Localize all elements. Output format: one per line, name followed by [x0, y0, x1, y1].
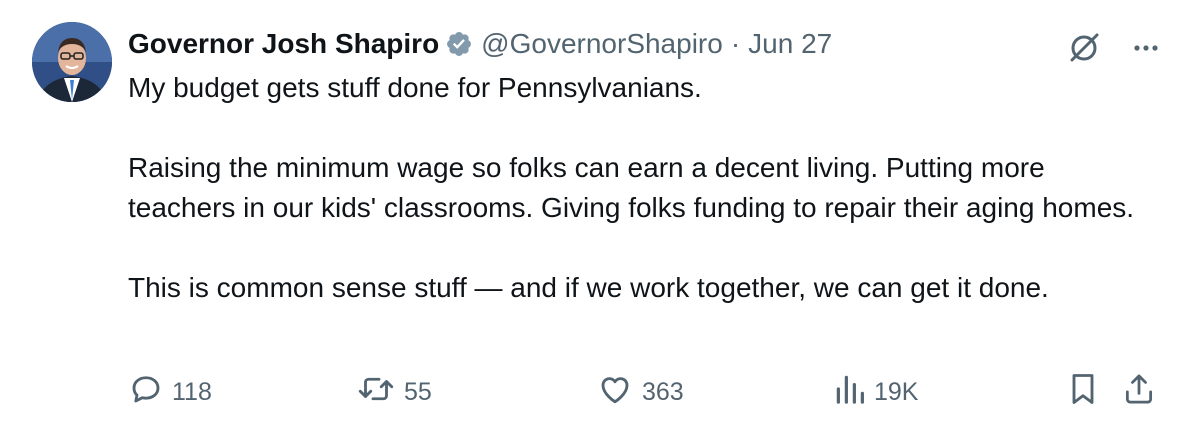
share-icon [1123, 371, 1163, 414]
tweet-text: My budget gets stuff done for Pennsylvan… [128, 68, 1158, 308]
tweet-header: Governor Josh Shapiro @GovernorShapiro ·… [128, 26, 832, 62]
repost-icon [356, 371, 404, 414]
avatar[interactable] [32, 22, 112, 102]
views-button[interactable]: 19K [834, 372, 918, 412]
reply-icon [128, 371, 172, 414]
bookmark-button[interactable] [1068, 372, 1106, 412]
tweet-paragraph: My budget gets stuff done for Pennsylvan… [128, 72, 702, 103]
action-bar: 118 55 363 19K [128, 372, 1162, 412]
like-button[interactable]: 363 [596, 372, 684, 412]
views-count: 19K [874, 377, 919, 406]
tweet[interactable]: Governor Josh Shapiro @GovernorShapiro ·… [0, 0, 1190, 430]
heart-icon [596, 371, 642, 414]
bookmark-icon [1068, 371, 1106, 414]
reply-button[interactable]: 118 [128, 372, 212, 412]
views-icon [834, 371, 874, 414]
author-name[interactable]: Governor Josh Shapiro [128, 28, 439, 60]
repost-button[interactable]: 55 [356, 372, 432, 412]
tweet-paragraph: Raising the minimum wage so folks can ea… [128, 152, 1135, 223]
tweet-paragraph: This is common sense stuff — and if we w… [128, 272, 1049, 303]
author-handle[interactable]: @GovernorShapiro [481, 28, 723, 60]
more-icon[interactable] [1130, 32, 1162, 69]
reply-count: 118 [172, 377, 212, 406]
top-icons [1064, 28, 1162, 73]
share-button[interactable] [1123, 372, 1163, 412]
verified-badge-icon[interactable] [445, 30, 473, 58]
separator-dot: · [730, 28, 741, 59]
grok-icon[interactable] [1064, 28, 1104, 73]
repost-count: 55 [404, 377, 432, 406]
like-count: 363 [642, 377, 684, 406]
tweet-date[interactable]: Jun 27 [748, 28, 832, 60]
